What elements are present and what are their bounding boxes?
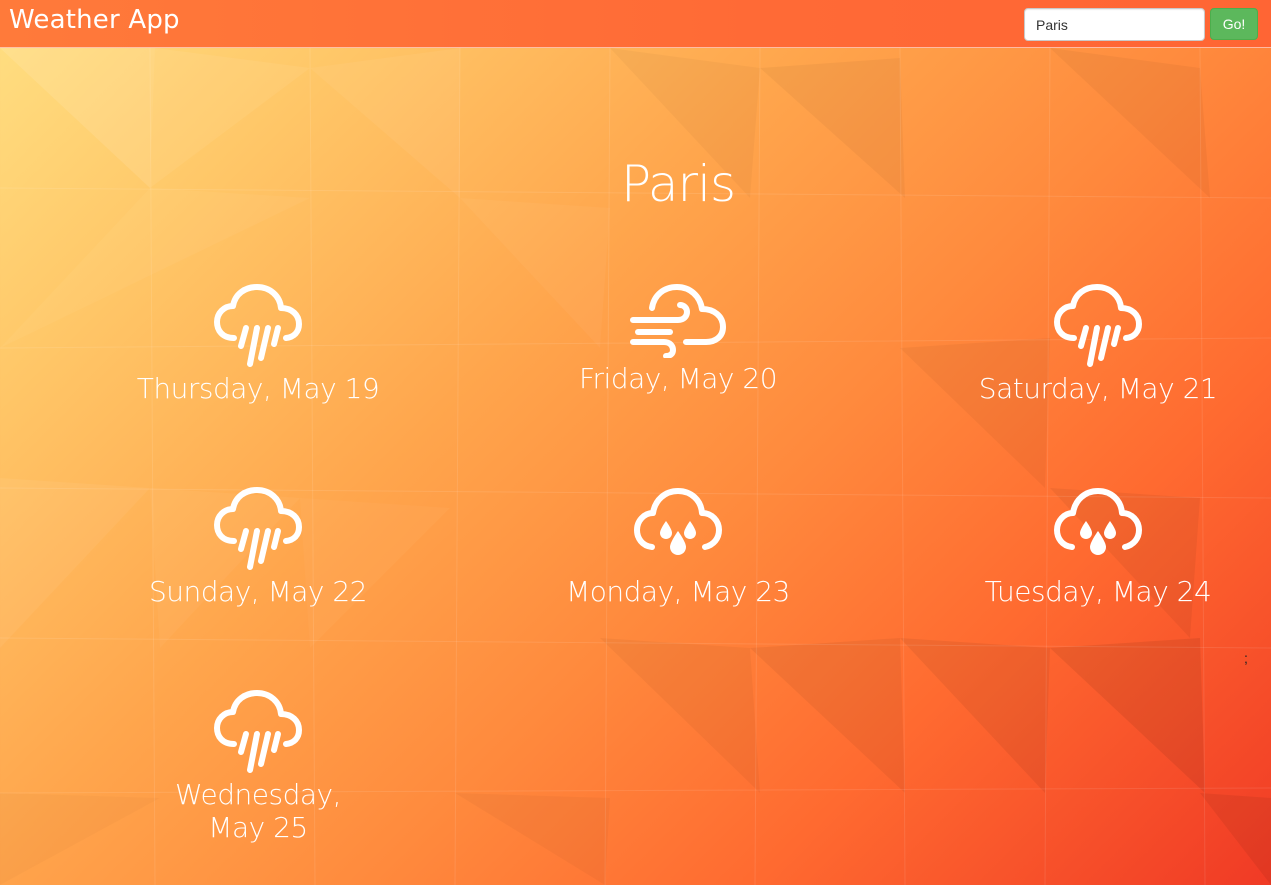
day-label: Monday, May 23 bbox=[566, 575, 790, 608]
day-label: Saturday, May 21 bbox=[978, 372, 1218, 405]
showers-icon bbox=[1054, 488, 1142, 555]
go-button[interactable]: Go! bbox=[1210, 8, 1258, 40]
forecast-day: Monday, May 23 bbox=[528, 487, 828, 608]
forecast-day: Saturday, May 21 bbox=[948, 284, 1248, 405]
day-label: Friday, May 20 bbox=[578, 362, 778, 395]
forecast-day: Tuesday, May 24 bbox=[948, 487, 1248, 608]
rain-icon bbox=[214, 284, 302, 367]
day-label: Tuesday, May 24 bbox=[984, 575, 1212, 608]
forecast-day: Friday, May 20 bbox=[528, 284, 828, 395]
forecast-day: Wednesday, May 25 bbox=[108, 690, 408, 844]
stray-text: ; bbox=[1244, 650, 1248, 666]
day-label: Thursday, May 19 bbox=[136, 372, 380, 405]
wind-cloud-icon bbox=[630, 284, 726, 358]
city-heading: Paris bbox=[620, 155, 736, 213]
city-search-input[interactable] bbox=[1024, 8, 1205, 41]
day-label: Sunday, May 22 bbox=[149, 575, 367, 608]
rain-icon bbox=[1054, 284, 1142, 367]
navbar: Weather App Go! bbox=[0, 0, 1271, 48]
rain-icon bbox=[214, 690, 302, 773]
day-label: Wednesday, May 25 bbox=[174, 778, 342, 844]
forecast-day: Thursday, May 19 bbox=[108, 284, 408, 405]
app-title[interactable]: Weather App bbox=[9, 5, 180, 35]
rain-icon bbox=[214, 487, 302, 570]
forecast-day: Sunday, May 22 bbox=[108, 487, 408, 608]
showers-icon bbox=[634, 488, 722, 555]
